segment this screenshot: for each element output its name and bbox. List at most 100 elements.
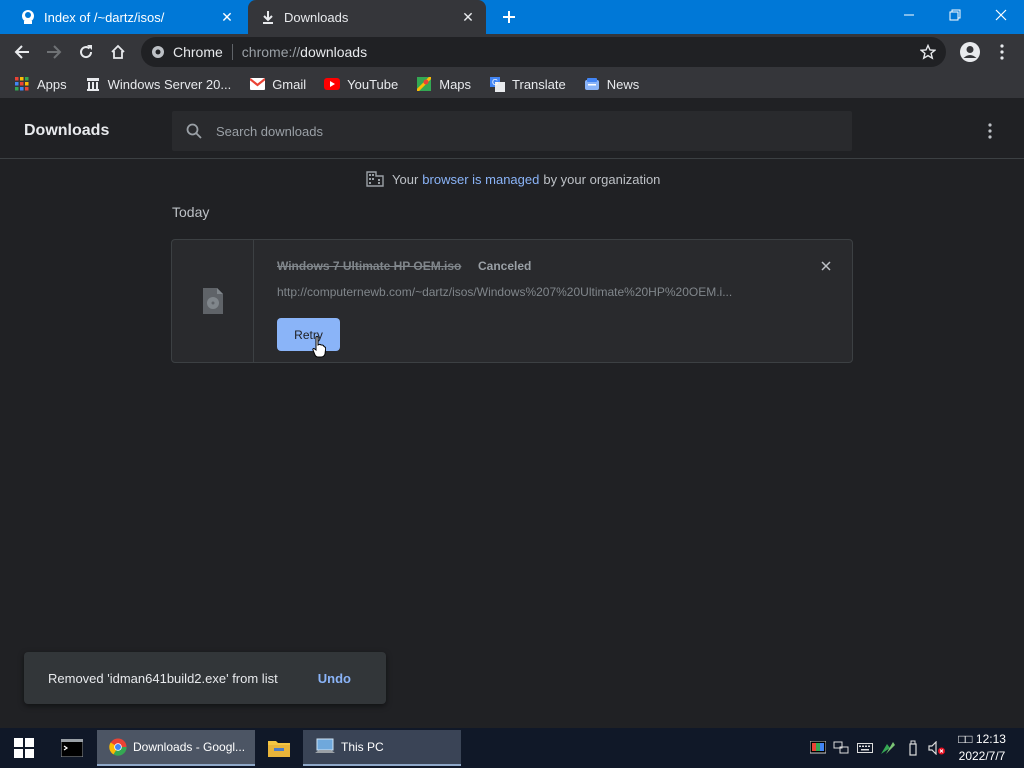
bookmarks-bar: Apps Windows Server 20... Gmail YouTube … (0, 70, 1024, 98)
restore-button[interactable] (932, 0, 978, 30)
windows-logo-icon (14, 738, 34, 758)
managed-suffix: by your organization (543, 171, 661, 187)
reload-icon (80, 45, 93, 59)
plus-icon (503, 11, 515, 23)
remove-from-list-button[interactable] (816, 256, 836, 276)
minimize-icon (904, 14, 914, 16)
taskbar-label: Downloads - Googl... (133, 740, 246, 754)
taskbar-this-pc-window[interactable]: This PC (303, 730, 461, 766)
downloads-menu-button[interactable] (978, 119, 1002, 143)
minimize-button[interactable] (886, 0, 932, 30)
back-arrow-icon (14, 45, 29, 59)
chrome-menu-button[interactable] (988, 38, 1016, 66)
network-tray-icon[interactable] (829, 728, 853, 768)
bookmark-gmail[interactable]: Gmail (249, 76, 306, 92)
managed-notice: Your browser is managed by your organiza… (366, 171, 660, 187)
news-icon (584, 76, 600, 92)
taskbar-chrome-window[interactable]: Downloads - Googl... (97, 730, 255, 766)
taskbar-command-prompt[interactable] (48, 728, 96, 768)
file-name[interactable]: Windows 7 Ultimate HP OEM.iso (277, 259, 461, 273)
tab-title: Downloads (284, 9, 349, 25)
clock-time: □□ 12:13 (958, 732, 1006, 746)
forward-button[interactable] (40, 38, 68, 66)
search-icon (186, 123, 202, 139)
computer-icon (315, 738, 335, 756)
file-url[interactable]: http://computernewb.com/~dartz/isos/Wind… (277, 285, 782, 299)
undo-button[interactable]: Undo (318, 671, 351, 686)
color-display-tray-icon[interactable] (806, 728, 830, 768)
search-downloads-field[interactable]: Search downloads (172, 111, 852, 151)
windows-taskbar: Downloads - Googl... This PC □□ 12:13 20… (0, 728, 1024, 768)
site-info-chip[interactable]: Chrome (151, 44, 223, 60)
clock-date: 2022/7/7 (958, 749, 1006, 763)
bookmark-translate[interactable]: G Translate (489, 76, 566, 92)
toast-message: Removed 'idman641build2.exe' from list (48, 670, 278, 686)
download-status: Canceled (478, 259, 532, 273)
bookmark-youtube[interactable]: YouTube (324, 76, 398, 92)
hand-cursor-icon (312, 336, 327, 363)
home-button[interactable] (104, 38, 132, 66)
back-button[interactable] (8, 38, 36, 66)
bookmark-label: Translate (512, 76, 566, 92)
tab-strip: Index of /~dartz/isos/ ✕ Downloads ✕ (0, 0, 1024, 34)
close-tab-icon[interactable]: ✕ (215, 5, 239, 29)
disc-file-icon (202, 288, 223, 314)
youtube-icon (324, 76, 341, 92)
bookmark-news[interactable]: News (584, 76, 639, 92)
bookmark-maps[interactable]: Maps (416, 76, 471, 92)
new-tab-button[interactable] (497, 5, 521, 29)
date-section-label: Today (172, 204, 210, 220)
forward-arrow-icon (47, 45, 62, 59)
toast-notification: Removed 'idman641build2.exe' from list U… (24, 652, 386, 704)
managed-link[interactable]: browser is managed (422, 172, 539, 187)
update-tray-icon[interactable] (876, 728, 900, 768)
start-button[interactable] (0, 728, 48, 768)
search-placeholder: Search downloads (216, 123, 323, 139)
address-bar[interactable]: Chrome chrome://downloads (141, 37, 946, 67)
bookmark-label: Maps (439, 76, 472, 92)
close-icon (995, 9, 1007, 21)
bookmark-apps[interactable]: Apps (14, 76, 67, 92)
keyboard-tray-icon[interactable] (853, 728, 877, 768)
home-icon (111, 44, 125, 59)
site-favicon-icon (20, 9, 36, 25)
bookmark-star-icon[interactable] (919, 43, 937, 63)
reload-button[interactable] (72, 38, 100, 66)
url-scheme: chrome:// (241, 44, 301, 60)
close-tab-icon[interactable]: ✕ (456, 5, 480, 29)
terminal-icon (61, 739, 83, 757)
bookmark-label: Windows Server 20... (107, 76, 232, 92)
omnibox-label: Chrome (173, 44, 223, 60)
apps-grid-icon (14, 76, 30, 92)
bookmark-label: Apps (37, 76, 67, 92)
retry-button[interactable]: Retry (277, 318, 340, 351)
bookmark-label: Gmail (272, 76, 307, 92)
volume-muted-tray-icon[interactable] (925, 728, 949, 768)
server-icon (85, 76, 101, 92)
close-icon (821, 261, 831, 271)
folder-icon (268, 741, 290, 757)
restore-icon (949, 9, 961, 21)
bookmark-label: YouTube (347, 76, 399, 92)
url-host: downloads (300, 44, 368, 60)
tab-index-of-isos[interactable]: Index of /~dartz/isos/ ✕ (8, 0, 245, 34)
chrome-logo-icon (152, 46, 164, 58)
browser-toolbar: Chrome chrome://downloads (0, 34, 1024, 70)
translate-icon: G (489, 76, 505, 92)
usb-device-tray-icon[interactable] (901, 728, 925, 768)
close-window-button[interactable] (978, 0, 1024, 30)
taskbar-label: This PC (341, 740, 384, 754)
profile-button[interactable] (956, 38, 984, 66)
taskbar-file-explorer[interactable] (256, 728, 302, 768)
chrome-logo-icon (109, 738, 127, 756)
gmail-icon (249, 76, 265, 92)
bookmark-windows-server[interactable]: Windows Server 20... (85, 76, 232, 92)
downloads-header: Downloads Search downloads (0, 102, 1024, 159)
system-clock[interactable]: □□ 12:13 2022/7/7 (950, 731, 1014, 765)
file-icon-column (172, 240, 254, 362)
download-icon (260, 9, 276, 25)
kebab-menu-icon (1000, 44, 1004, 60)
svg-text:G: G (492, 78, 498, 87)
maps-icon (416, 76, 432, 92)
tab-downloads[interactable]: Downloads ✕ (248, 0, 486, 34)
